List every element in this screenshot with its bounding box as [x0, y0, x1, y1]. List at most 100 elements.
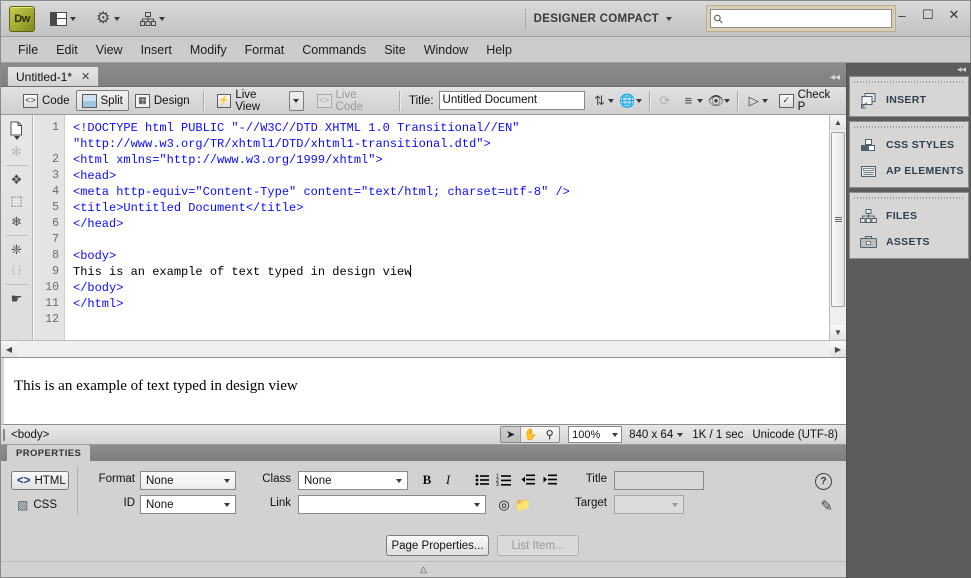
check-page-icon: ✓	[778, 93, 794, 108]
layout-switcher-button[interactable]	[45, 6, 81, 32]
scrollbar-thumb[interactable]	[831, 132, 845, 307]
browse-folder-icon[interactable]: 📁	[514, 496, 532, 514]
properties-resize-grip[interactable]: △	[1, 561, 846, 577]
quick-edit-icon[interactable]: ✎	[820, 497, 833, 515]
format-select[interactable]: None	[140, 471, 236, 490]
chevron-down-icon	[70, 16, 76, 21]
menu-bar: File Edit View Insert Modify Format Comm…	[1, 37, 970, 63]
maximize-button[interactable]: ☐	[920, 7, 936, 23]
design-view-text[interactable]: This is an example of text typed in desi…	[4, 358, 846, 395]
chevron-down-icon	[13, 136, 20, 140]
title-input[interactable]	[614, 471, 704, 490]
visual-aids-icon[interactable]: 👁	[708, 92, 725, 109]
code-editor[interactable]: <!DOCTYPE html PUBLIC "-//W3C//DTD XHTML…	[66, 115, 828, 357]
menu-file[interactable]: File	[9, 40, 47, 60]
chevron-down-icon	[468, 496, 485, 513]
select-parent-tag-icon[interactable]: ❈	[6, 240, 28, 259]
help-icon[interactable]: ?	[815, 473, 832, 490]
hand-icon[interactable]: ✋	[521, 427, 540, 442]
validate-markup-icon[interactable]: ▷	[745, 92, 762, 109]
menu-window[interactable]: Window	[415, 40, 477, 60]
code-view-button[interactable]: <> Code	[17, 90, 76, 111]
target-select[interactable]	[614, 495, 684, 514]
menu-insert[interactable]: Insert	[132, 40, 181, 60]
expand-all-icon[interactable]: ❄	[6, 212, 28, 231]
workspace-switcher[interactable]: DESIGNER COMPACT	[524, 9, 680, 29]
drag-handle[interactable]	[854, 195, 964, 202]
menu-help[interactable]: Help	[477, 40, 521, 60]
code-line: This is an example of text typed in desi…	[73, 265, 412, 279]
id-label: ID	[123, 497, 136, 509]
design-view-icon: ▦	[134, 93, 150, 108]
document-tab[interactable]: Untitled-1* ✕	[7, 66, 100, 86]
menu-edit[interactable]: Edit	[47, 40, 87, 60]
bold-button[interactable]: B	[418, 471, 436, 489]
file-management-icon[interactable]: ⇅	[591, 92, 608, 109]
panel-item-ap-elements[interactable]: AP ELEMENTS	[850, 158, 968, 184]
panel-item-insert[interactable]: INSERT	[850, 87, 968, 113]
collapse-panel-icon[interactable]: ◂◂	[830, 72, 840, 83]
zoom-icon[interactable]: ⚲	[540, 427, 559, 442]
scrollbar-track[interactable]	[17, 341, 830, 357]
panel-item-assets[interactable]: ASSETS	[850, 229, 968, 255]
select-arrow-icon[interactable]: ➤	[501, 427, 522, 442]
italic-button[interactable]: I	[439, 471, 457, 489]
design-view-pane[interactable]: This is an example of text typed in desi…	[1, 358, 846, 425]
zoom-select[interactable]: 100%	[568, 426, 623, 443]
tab-properties[interactable]: PROPERTIES	[7, 445, 91, 461]
point-to-file-icon[interactable]: ◎	[495, 496, 513, 514]
tag-selector[interactable]: <body>	[3, 428, 49, 441]
live-view-options-button[interactable]	[289, 90, 304, 111]
drag-handle[interactable]	[854, 124, 964, 131]
ordered-list-icon[interactable]: 123	[496, 471, 514, 489]
code-vertical-scrollbar[interactable]: ▲ ▼	[829, 115, 846, 340]
scroll-right-button[interactable]: ▶	[830, 341, 846, 357]
live-view-button[interactable]: ⚡ Live View	[211, 89, 289, 113]
refresh-icon[interactable]: ⟳	[657, 92, 674, 109]
collapse-selection-icon[interactable]: ⬚	[6, 191, 28, 210]
class-select[interactable]: None	[298, 471, 408, 490]
scroll-up-button[interactable]: ▲	[830, 115, 846, 130]
window-size-select[interactable]: 840 x 64	[629, 429, 684, 441]
menu-view[interactable]: View	[87, 40, 132, 60]
menu-format[interactable]: Format	[236, 40, 294, 60]
scroll-down-button[interactable]: ▼	[830, 325, 846, 340]
site-manage-button[interactable]	[135, 6, 170, 32]
design-view-button[interactable]: ▦ Design	[129, 90, 196, 111]
live-code-label: Live Code	[335, 88, 364, 113]
close-button[interactable]: ✕	[946, 7, 962, 23]
view-options-icon[interactable]: ≡	[680, 92, 697, 109]
scroll-left-button[interactable]: ◀	[1, 341, 17, 357]
link-input[interactable]	[298, 495, 486, 514]
list-item-button[interactable]: List Item...	[497, 535, 579, 556]
coding-toolbar: ✻ ❖ ⬚ ❄ ❈ { } ☛	[1, 115, 33, 357]
css-mode-button[interactable]: ▧ CSS	[11, 495, 69, 514]
doc-title-input[interactable]: Untitled Document	[438, 91, 586, 110]
menu-modify[interactable]: Modify	[181, 40, 236, 60]
live-code-button[interactable]: <> Live Code	[311, 88, 392, 113]
indent-icon[interactable]	[541, 471, 559, 489]
panel-item-files[interactable]: FILES	[850, 203, 968, 229]
code-horizontal-scrollbar[interactable]: ◀ ▶	[1, 340, 846, 357]
unordered-list-icon[interactable]	[474, 471, 492, 489]
close-icon[interactable]: ✕	[81, 70, 90, 83]
html-mode-button[interactable]: <> HTML	[11, 471, 69, 490]
more-options-icon[interactable]: ☛	[6, 289, 28, 308]
panel-label-files: FILES	[886, 210, 918, 222]
search-input[interactable]: ⚲	[710, 9, 892, 28]
preview-browser-icon[interactable]: 🌐	[619, 92, 636, 109]
menu-site[interactable]: Site	[375, 40, 415, 60]
check-page-button[interactable]: ✓ Check P	[773, 89, 846, 113]
panel-item-css-styles[interactable]: CSS STYLES	[850, 132, 968, 158]
extend-dreamweaver-button[interactable]	[91, 6, 125, 32]
collapse-full-tag-icon[interactable]: ❖	[6, 170, 28, 189]
id-select[interactable]: None	[140, 495, 236, 514]
dreamweaver-logo-icon[interactable]: Dw	[9, 5, 35, 32]
page-properties-button[interactable]: Page Properties...	[386, 535, 489, 556]
drag-handle[interactable]	[854, 79, 964, 86]
minimize-button[interactable]: –	[894, 8, 910, 23]
outdent-icon[interactable]	[519, 471, 537, 489]
collapse-panels-icon[interactable]: ◂◂	[957, 64, 966, 75]
menu-commands[interactable]: Commands	[293, 40, 375, 60]
split-view-button[interactable]: Split	[75, 90, 129, 111]
